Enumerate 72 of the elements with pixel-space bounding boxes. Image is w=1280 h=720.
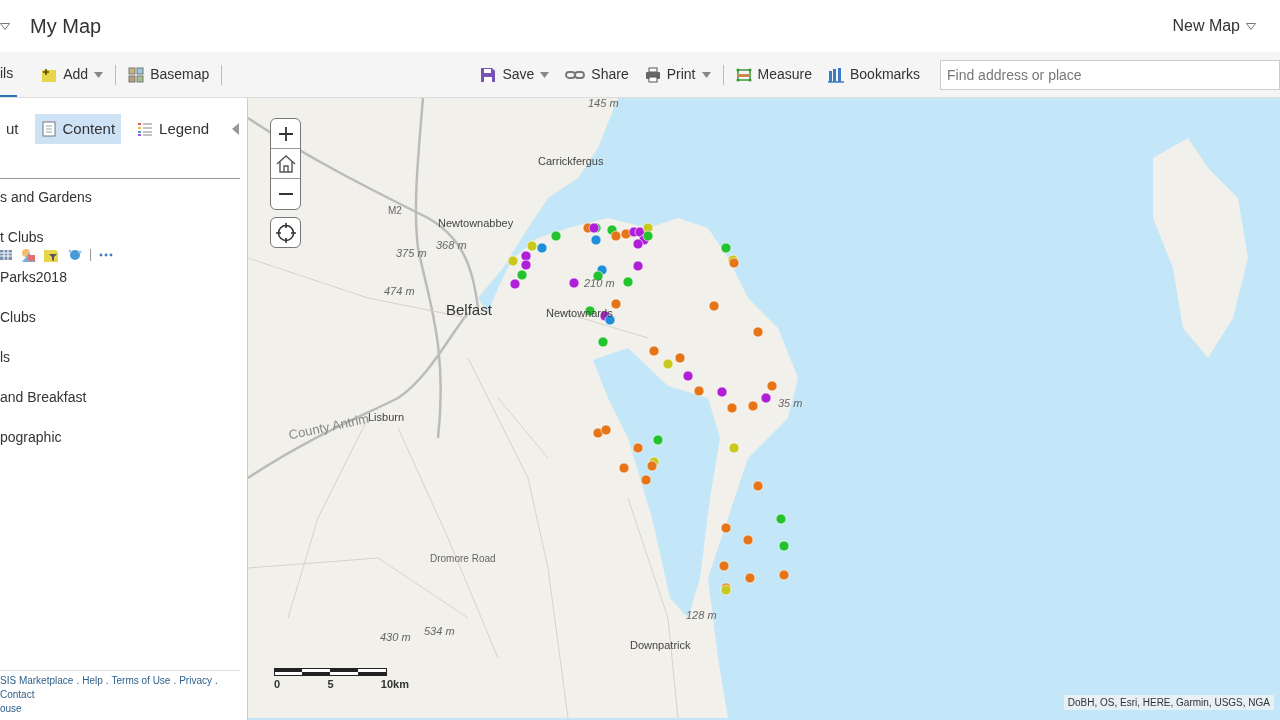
- add-layer-icon: [41, 66, 58, 83]
- collapse-icon[interactable]: [232, 123, 239, 135]
- locate-icon: [275, 222, 296, 243]
- save-icon: [480, 66, 497, 83]
- printer-icon: [644, 66, 661, 83]
- plus-icon: [278, 126, 293, 141]
- locate-button[interactable]: [270, 217, 301, 248]
- panel-tab[interactable]: Content: [34, 114, 122, 144]
- place-label: Downpatrick: [630, 640, 691, 651]
- scale-label: 10km: [380, 676, 409, 692]
- footer-link[interactable]: Terms of Use: [111, 674, 171, 688]
- measure-icon: [735, 66, 752, 83]
- place-label: 210 m: [584, 278, 615, 289]
- bubble-icon[interactable]: [68, 248, 82, 262]
- toolbar-button[interactable]: Save: [472, 60, 558, 89]
- place-label: 128 m: [686, 610, 717, 621]
- more-icon[interactable]: [99, 253, 113, 257]
- layer-name[interactable]: t Clubs: [0, 227, 247, 247]
- new-map-menu[interactable]: New Map: [1172, 14, 1256, 38]
- grid-icon: [128, 66, 145, 83]
- table-icon[interactable]: [0, 249, 12, 261]
- toolbar-button[interactable]: Basemap: [120, 60, 218, 89]
- footer-link[interactable]: SIS Marketplace: [0, 674, 74, 688]
- shapes-icon[interactable]: [20, 248, 36, 262]
- toolbar-button[interactable]: Bookmarks: [819, 60, 928, 89]
- map-attribution: DoBH, OS, Esri, HERE, Garmin, USGS, NGA: [1063, 695, 1274, 710]
- layer-name[interactable]: s and Gardens: [0, 187, 247, 207]
- filter-icon[interactable]: [44, 248, 60, 262]
- layer-name[interactable]: Parks2018: [0, 267, 247, 287]
- toolbar-button[interactable]: Measure: [727, 60, 820, 89]
- place-label: Lisburn: [368, 412, 405, 423]
- list-icon: [137, 121, 154, 137]
- footer-link[interactable]: Privacy: [179, 674, 212, 688]
- place-label: 430 m: [380, 632, 411, 643]
- place-label: 368 m: [436, 240, 467, 251]
- place-label: M2: [388, 206, 402, 216]
- panel-tab[interactable]: Legend: [131, 114, 216, 144]
- separator-dot: .: [173, 674, 177, 688]
- place-label: 474 m: [384, 286, 415, 297]
- layer-name[interactable]: pographic: [0, 427, 247, 447]
- place-label: Belfast: [446, 302, 492, 317]
- separator-dot: .: [215, 674, 218, 688]
- place-label: 534 m: [424, 626, 455, 637]
- map-title: My Map: [30, 14, 102, 39]
- details-tab[interactable]: ils: [0, 52, 18, 97]
- place-label: Newtownabbey: [438, 218, 514, 229]
- panel-tab[interactable]: ut: [0, 114, 25, 144]
- book-icon: [827, 66, 844, 83]
- scale-label: 0: [274, 676, 281, 692]
- separator-dot: .: [76, 674, 80, 688]
- home-icon: [275, 154, 296, 173]
- layer-name[interactable]: and Breakfast: [0, 387, 247, 407]
- place-label: Carrickfergus: [538, 156, 604, 167]
- place-label: 145 m: [588, 98, 619, 109]
- footer-link[interactable]: Help: [82, 674, 103, 688]
- separator-dot: .: [105, 674, 109, 688]
- footer-link[interactable]: ouse: [0, 702, 22, 716]
- layer-name[interactable]: Clubs: [0, 307, 247, 327]
- scale-label: 5: [327, 676, 334, 692]
- footer-link[interactable]: Contact: [0, 688, 35, 702]
- place-label: 35 m: [778, 398, 803, 409]
- place-label: 375 m: [396, 248, 427, 259]
- search-field[interactable]: Find address or place: [940, 59, 1280, 90]
- toolbar-button[interactable]: Add: [33, 60, 112, 89]
- toolbar-button[interactable]: Print: [636, 60, 719, 89]
- document-icon: [40, 121, 57, 137]
- minus-icon: [278, 192, 293, 196]
- caret-icon[interactable]: [0, 22, 10, 30]
- caret-icon: [1246, 22, 1256, 30]
- place-label: Dromore Road: [430, 554, 496, 564]
- toolbar-button[interactable]: Share: [557, 60, 637, 89]
- layer-name[interactable]: ls: [0, 347, 247, 367]
